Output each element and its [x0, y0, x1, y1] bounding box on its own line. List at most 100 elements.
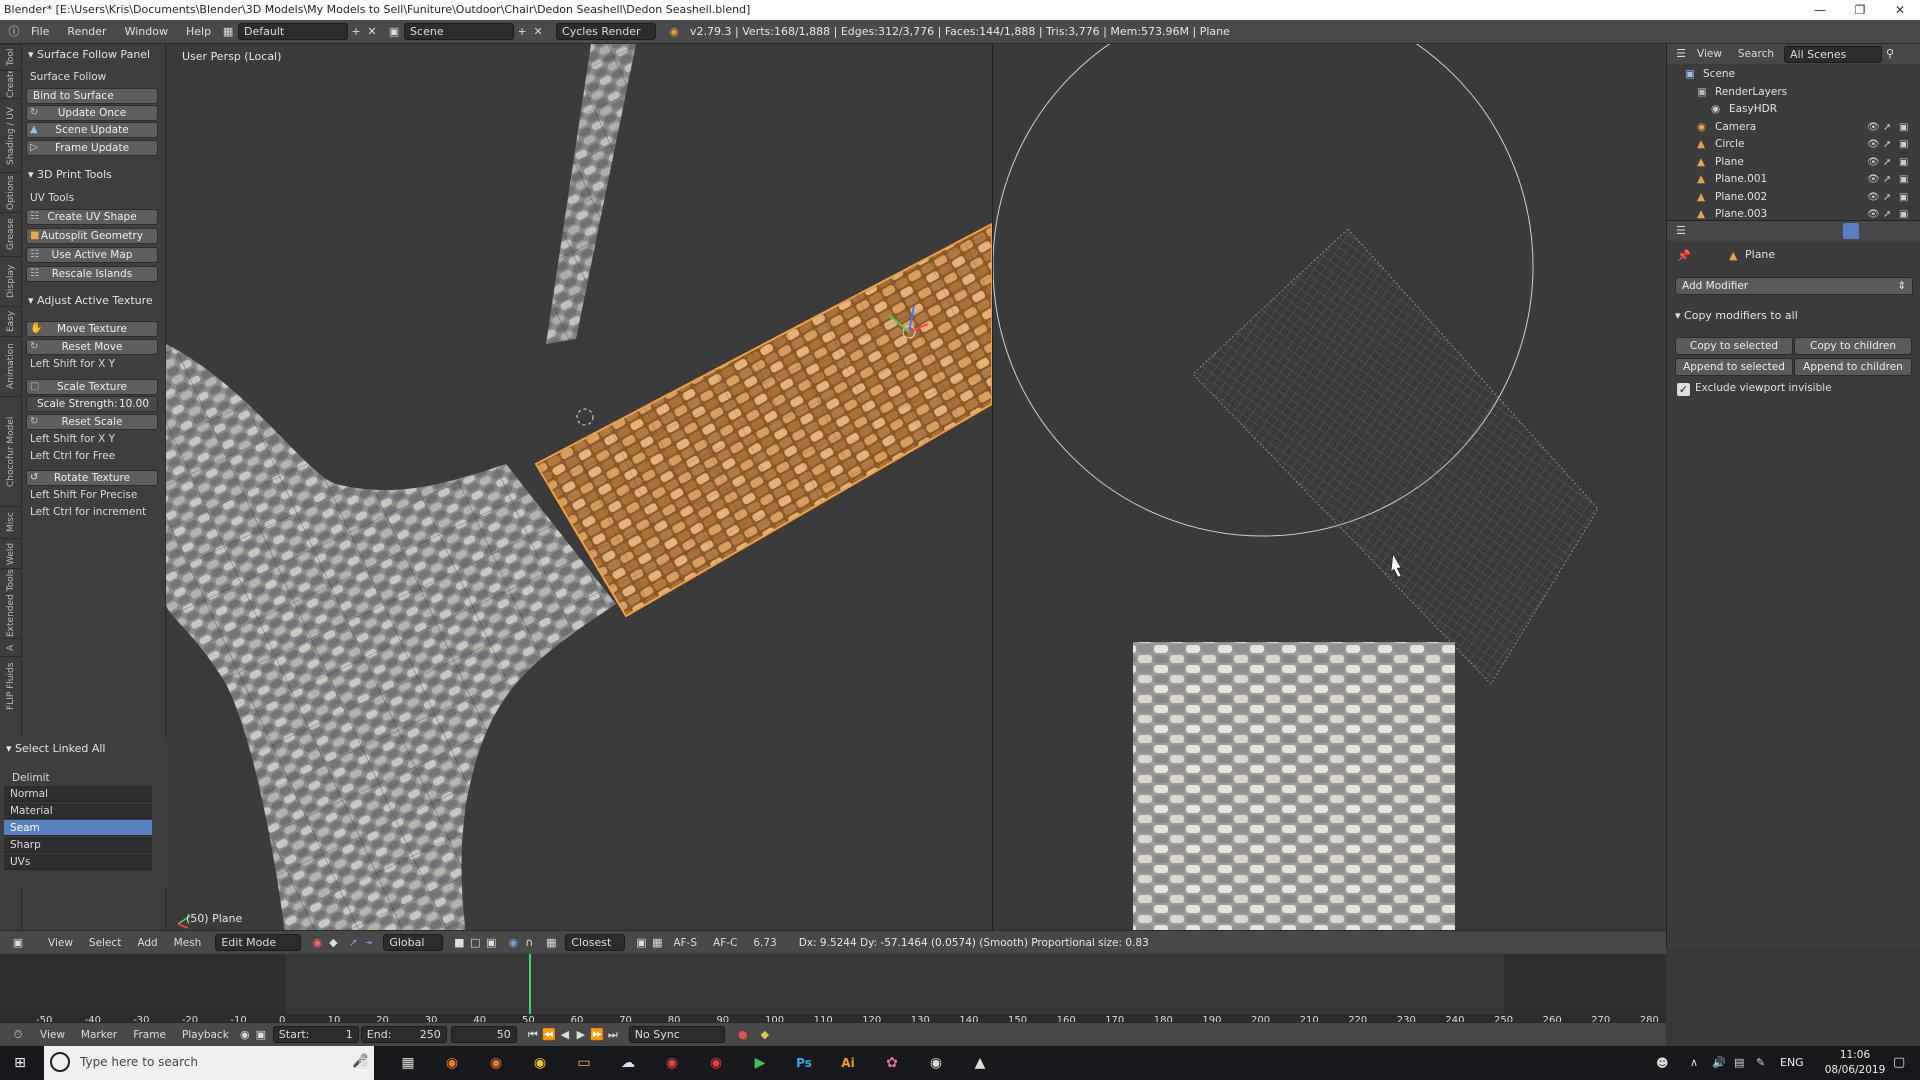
blender-taskbar-icon[interactable]: ◉ — [438, 1050, 466, 1076]
snap-icon[interactable]: ▦ — [543, 935, 559, 951]
jump-start-icon[interactable]: ⏮ — [525, 1027, 541, 1043]
reset-scale-button[interactable]: ↻ Reset Scale — [26, 414, 158, 430]
copy-to-selected-button[interactable]: Copy to selected — [1675, 337, 1793, 355]
language-indicator[interactable]: ENG — [1780, 1056, 1804, 1069]
action-center-icon[interactable]: ▢ — [1893, 1055, 1905, 1070]
camera-app-icon[interactable]: ◉ — [922, 1050, 950, 1076]
exclude-invisible-checkbox[interactable]: ✓ — [1677, 383, 1690, 396]
illustrator-icon[interactable]: Ai — [834, 1050, 862, 1076]
scene-field[interactable]: Scene — [404, 23, 515, 40]
rotate-texture-button[interactable]: ↺ Rotate Texture — [26, 470, 158, 486]
visibility-icon[interactable]: 👁 — [1867, 189, 1880, 206]
outliner-item[interactable]: ▲ Plane.002 👁 ➚ ▣ — [1667, 189, 1917, 206]
lock-range-icon[interactable]: ▣ — [253, 1027, 269, 1043]
render-engine-select[interactable]: Cycles Render — [556, 23, 657, 40]
scene-icon[interactable]: ▣ — [386, 24, 402, 40]
bind-to-surface-button[interactable]: Bind to Surface — [26, 88, 158, 104]
tool-tab-chocofur-model-manager[interactable]: Chocofur Model Manager — [0, 396, 22, 506]
app-red-2-icon[interactable]: ◉ — [702, 1050, 730, 1076]
outliner-item[interactable]: ▣ RenderLayers — [1667, 84, 1917, 101]
outliner-item[interactable]: ▲ Plane 👁 ➚ ▣ — [1667, 154, 1917, 171]
menu-help[interactable]: Help — [177, 25, 220, 38]
volume-icon[interactable]: 🔊 — [1712, 1056, 1726, 1069]
outliner-item[interactable]: ▲ Plane.001 👁 ➚ ▣ — [1667, 171, 1917, 188]
render-preview-icon[interactable]: ▣ — [633, 935, 649, 951]
move-texture-button[interactable]: ✋ Move Texture — [26, 321, 158, 337]
marker-menu[interactable]: Marker — [73, 1029, 125, 1041]
keying-set-icon[interactable]: ◆ — [757, 1027, 773, 1043]
uv-image-editor[interactable] — [992, 44, 1666, 940]
pin-icon[interactable]: 📌 — [1677, 249, 1691, 262]
selectability-icon[interactable]: ➚ — [1883, 154, 1891, 171]
tool-tab-easy-hdr[interactable]: Easy HDR — [0, 306, 22, 336]
3d-viewport[interactable]: User Persp (Local) (50) Plane — [166, 44, 992, 940]
print3d-header[interactable]: ▾ 3D Print Tools — [22, 166, 166, 184]
outliner-item[interactable]: ▲ Circle 👁 ➚ ▣ — [1667, 136, 1917, 153]
frame-update-button[interactable]: ▷ Frame Update — [26, 140, 158, 156]
selectability-icon[interactable]: ➚ — [1883, 136, 1891, 153]
visibility-icon[interactable]: 👁 — [1867, 136, 1880, 153]
surface-follow-header[interactable]: ▾ Surface Follow Panel — [22, 46, 166, 64]
tool-tab-options[interactable]: Options — [0, 172, 22, 212]
tool-tab-tool[interactable]: Tool — [0, 44, 22, 70]
image-viewer-icon[interactable]: ▲ — [966, 1050, 994, 1076]
modifier-tab-icon[interactable] — [1843, 223, 1859, 239]
app-red-icon[interactable]: ◉ — [658, 1050, 686, 1076]
file-explorer-icon[interactable]: ▭ — [570, 1050, 598, 1076]
mesh-menu[interactable]: Mesh — [166, 937, 210, 949]
scene-update-button[interactable]: ▲ Scene Update — [26, 122, 158, 138]
remove-layout-icon[interactable]: ✕ — [364, 24, 380, 40]
sync-mode-select[interactable]: No Sync — [628, 1026, 725, 1043]
menu-render[interactable]: Render — [58, 25, 115, 38]
edge-select-icon[interactable]: □ — [467, 935, 483, 951]
properties-icon[interactable]: ☰ — [1673, 223, 1689, 239]
visibility-icon[interactable]: 👁 — [1867, 119, 1880, 136]
outliner-item[interactable]: ▣ Scene — [1667, 66, 1917, 83]
shading-icon[interactable]: ◉ — [309, 935, 325, 951]
layout-field[interactable]: Default — [238, 23, 349, 40]
append-to-children-button[interactable]: Append to children — [1794, 358, 1912, 376]
autosplit-geometry-button[interactable]: ■ Autosplit Geometry — [26, 228, 158, 244]
render-toggle-icon[interactable]: ▣ — [1899, 154, 1908, 171]
blender-alt-taskbar-icon[interactable]: ◉ — [482, 1050, 510, 1076]
select-menu[interactable]: Select — [81, 937, 129, 949]
play-store-icon[interactable]: ▶ — [746, 1050, 774, 1076]
reset-move-button[interactable]: ↻ Reset Move — [26, 339, 158, 355]
tool-tab-flip-fluids[interactable]: FLIP Fluids — [0, 656, 22, 716]
calculator-icon[interactable]: ▦ — [394, 1050, 422, 1076]
scale-strength-field[interactable]: Scale Strength: 10.00 — [26, 396, 158, 412]
af-c-label[interactable]: AF-C — [705, 937, 745, 949]
current-frame-field[interactable]: 50 — [450, 1026, 517, 1043]
menu-file[interactable]: File — [22, 25, 58, 38]
pivot-icon[interactable]: ◆ — [325, 935, 341, 951]
preview-range-icon[interactable]: ◉ — [237, 1027, 253, 1043]
opengl-render-icon[interactable]: ▦ — [649, 935, 665, 951]
tool-tab-create[interactable]: Create — [0, 70, 22, 98]
tool-tab-shading-uv[interactable]: Shading / UV — [0, 98, 22, 172]
select-linked-header[interactable]: ▾ Select Linked All — [0, 740, 166, 758]
outliner-view-menu[interactable]: View — [1689, 48, 1730, 60]
view-menu[interactable]: View — [40, 937, 81, 949]
playback-menu[interactable]: Playback — [174, 1029, 237, 1041]
delimit-normal[interactable]: Normal — [4, 786, 152, 802]
add-layout-icon[interactable]: + — [348, 24, 364, 40]
add-scene-icon[interactable]: + — [514, 24, 530, 40]
use-active-map-button[interactable]: ☷ Use Active Map — [26, 247, 158, 263]
tool-tab-extended-tools[interactable]: Extended Tools — [0, 568, 22, 638]
create-uv-shape-button[interactable]: ☷ Create UV Shape — [26, 209, 158, 225]
selectability-icon[interactable]: ➚ — [1883, 119, 1891, 136]
task-view-icon[interactable]: ▣ — [350, 1050, 378, 1076]
tool-tab-animation[interactable]: Animation — [0, 336, 22, 396]
clock[interactable]: 11:06 08/06/2019 — [1822, 1048, 1888, 1078]
start-button[interactable]: ⊞ — [6, 1050, 34, 1076]
scale-texture-button[interactable]: ▢ Scale Texture — [26, 379, 158, 395]
manipulator-icon[interactable]: ➚ — [345, 935, 361, 951]
start-frame-field[interactable]: Start: 1 — [272, 1026, 359, 1043]
jump-end-icon[interactable]: ⏭ — [605, 1027, 621, 1043]
next-key-icon[interactable]: ⏩ — [589, 1027, 605, 1043]
update-once-button[interactable]: ↻ Update Once — [26, 105, 158, 121]
render-toggle-icon[interactable]: ▣ — [1899, 136, 1908, 153]
photoshop-icon[interactable]: Ps — [790, 1050, 818, 1076]
render-toggle-icon[interactable]: ▣ — [1899, 171, 1908, 188]
tool-tab-misc[interactable]: Misc — [0, 506, 22, 538]
